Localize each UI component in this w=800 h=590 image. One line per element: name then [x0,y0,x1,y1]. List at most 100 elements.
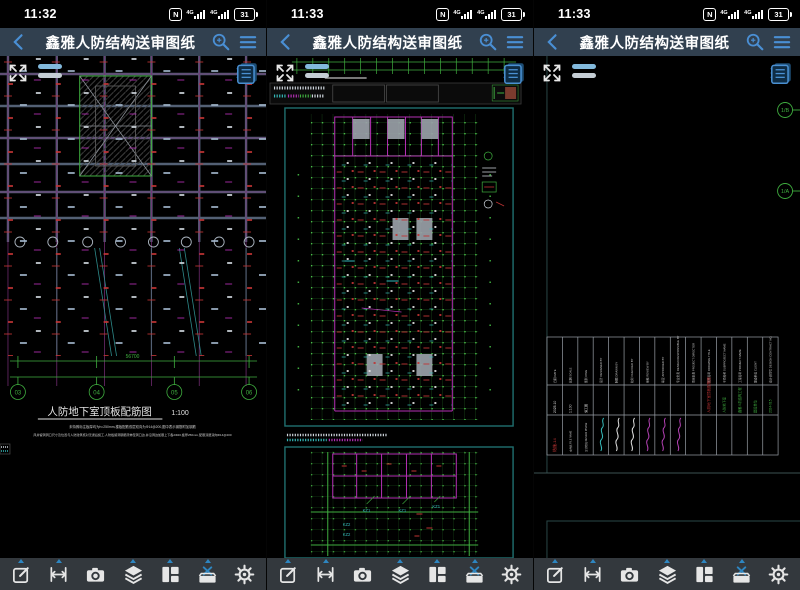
caret-up-icon [167,559,173,563]
back-chevron-icon [9,32,29,52]
battery-level: 31 [501,8,522,21]
toolbox-button[interactable] [459,558,491,590]
edit-button[interactable] [5,558,37,590]
back-button[interactable] [8,31,30,53]
cad-canvas-left[interactable]: 56700 03 04 05 06 人防地下室顶板配筋图 1:100 未特殊标注… [0,56,266,558]
fullscreen-expand-button[interactable] [274,62,296,84]
layers-icon [657,564,678,585]
axis-bubbles [778,103,800,199]
edit-button[interactable] [272,558,304,590]
settings-gear-icon [234,564,255,585]
settings-button[interactable] [763,558,795,590]
layout-button[interactable] [154,558,186,590]
layer-toggle-icon[interactable] [38,62,62,78]
legend-band [270,83,521,104]
layer-toggle-icon[interactable] [572,62,596,78]
network-badge: 4G [210,10,217,16]
zoom-search-button[interactable] [478,32,498,52]
status-bar: 11:33 N 4G 4G 31 [534,0,800,28]
layer-toggle-icon[interactable] [305,62,329,78]
settings-button[interactable] [496,558,528,590]
layers-button[interactable] [651,558,683,590]
next-sheet-corner [547,521,800,558]
network-badge: 4G [186,10,193,16]
caret-up-icon [739,559,745,563]
measure-button[interactable] [310,558,342,590]
camera-icon [352,564,373,585]
toolbox-button[interactable] [726,558,758,590]
zoom-search-button[interactable] [745,32,765,52]
menu-button[interactable] [238,32,258,52]
titleblock-label: 审定 APPROVED BY [661,357,665,383]
column-label: KZ2 [343,522,351,527]
measure-icon [48,564,69,585]
sheet-list-button[interactable] [768,60,794,86]
axis-bubble-label: 03 [15,390,22,396]
detail-figures [482,152,504,208]
back-button[interactable] [542,31,564,53]
measure-icon [315,564,336,585]
annotation-specks [0,56,266,356]
cad-canvas-middle[interactable]: KZ1 KZ1 KZ1 KZ2 KZ2 [267,56,533,558]
signal-icon: 4G [453,8,473,20]
caret-up-icon [205,559,211,563]
sheet-note-2: 风井留洞洞口尺寸及位置与人防建筑核对无误后施工,人防板留洞钢筋须伸至洞口边,并沿… [33,432,231,437]
menu-button[interactable] [505,32,525,52]
network-badge: 4G [477,10,484,16]
axis-bubble-label: 1/B [781,108,790,114]
edit-button[interactable] [539,558,571,590]
titleblock-label: 项目负责 PROJECT DIRECTOR [692,343,696,383]
back-button[interactable] [275,31,297,53]
camera-button[interactable] [80,558,112,590]
drawing-canvas[interactable]: 1/B 1/A 日期 DATE 比例 SCALE 图别 DWG 设计 DESIG… [534,56,800,558]
camera-button[interactable] [347,558,379,590]
toolbox-button[interactable] [192,558,224,590]
measure-button[interactable] [43,558,75,590]
drawing-canvas[interactable]: KZ1 KZ1 KZ1 KZ2 KZ2 [267,56,533,558]
column-label: KZ1 [363,508,371,513]
titleblock-subproject: 人防地下室 [721,397,726,413]
caret-up-icon [590,559,596,563]
menu-button[interactable] [772,32,792,52]
titleblock-label: 工程名称 PROJECT NAME [738,349,742,383]
signatures [600,418,681,451]
titleblock-client: 建设单位 [752,399,757,413]
mini-legend-strip [287,435,387,440]
status-time: 11:33 [558,7,591,21]
sheet-list-button[interactable] [501,60,527,86]
sheet-1 [285,108,513,426]
layers-icon [390,564,411,585]
titleblock-drawing-title: 人防地下室顶板配筋图 [706,377,711,413]
edit-icon [545,564,566,585]
nav-bar: 鑫雅人防结构送审图纸 [0,28,266,56]
camera-button[interactable] [614,558,646,590]
sheet-list-button[interactable] [234,60,260,86]
titleblock-label: 设计 DESIGNED BY [599,357,603,383]
sheet-note-1: 未特殊标注板厚均为h=250mm,楼板配筋双层双向为Φ14@200,图中表示钢筋… [69,424,196,429]
titleblock-project: 鑫雅人防结构工程 [737,387,742,413]
layout-button[interactable] [421,558,453,590]
sheet-title: 人防地下室顶板配筋图 [47,405,151,418]
titleblock-label: 子项名称 SUBPROJECT NAME [722,343,726,383]
network-badge: 4G [744,10,751,16]
measure-button[interactable] [577,558,609,590]
camera-icon [85,564,106,585]
caret-up-icon [130,559,136,563]
status-bar: 11:32 N 4G 4G 31 [0,0,266,28]
nfc-icon: N [169,8,182,21]
cad-canvas-right[interactable]: 1/B 1/A 日期 DATE 比例 SCALE 图别 DWG 设计 DESIG… [534,56,800,558]
settings-button[interactable] [229,558,261,590]
layers-button[interactable] [384,558,416,590]
layout-button[interactable] [688,558,720,590]
titleblock-drawing-no: 结施-14 [551,437,557,452]
drawing-canvas[interactable]: 56700 03 04 05 06 人防地下室顶板配筋图 1:100 未特殊标注… [0,56,266,558]
caret-up-icon [434,559,440,563]
titleblock-mid-label: 设计阶段 DESIGN PHASE [584,422,588,452]
layers-button[interactable] [117,558,149,590]
zoom-search-button[interactable] [211,32,231,52]
caret-up-icon [701,559,707,563]
fullscreen-expand-button[interactable] [541,62,563,84]
edit-icon [278,564,299,585]
network-badge: 4G [720,10,727,16]
fullscreen-expand-button[interactable] [7,62,29,84]
